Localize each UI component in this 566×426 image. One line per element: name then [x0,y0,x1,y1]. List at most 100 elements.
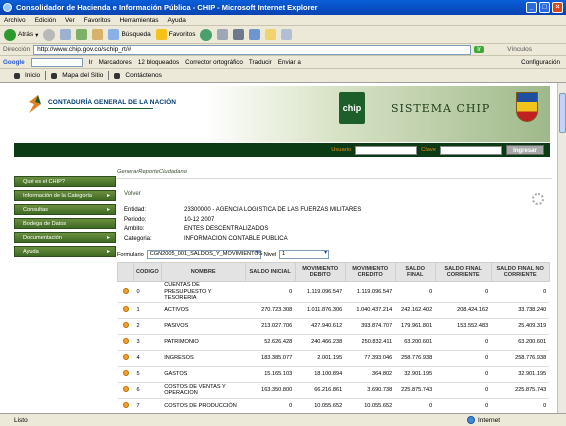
info-value: ENTES DESCENTRALIZADOS [184,226,269,232]
expand-bullet-icon[interactable] [122,337,129,344]
address-input[interactable]: http://www.chip.gov.co/schip_rt/# [33,44,472,55]
maximize-button[interactable]: □ [539,2,550,13]
messenger-icon[interactable] [281,29,293,40]
scrollbar-thumb[interactable] [559,93,566,133]
code-cell: 6 [133,382,162,399]
table-row[interactable]: 0 CUENTAS DE PRESUPUESTO Y TESORERIA 0 1.11… [117,281,550,303]
link-inicio[interactable]: Inicio [25,72,40,79]
expand-bullet-icon[interactable] [122,287,129,294]
value-cell: 0 [435,398,492,413]
history-icon[interactable] [200,28,213,41]
expand-bullet-icon[interactable] [122,369,129,376]
expand-cell[interactable] [117,318,134,335]
value-cell: 77.393.046 [345,350,396,367]
value-cell: 3.690.738 [345,382,396,399]
sidebar-item-informacion[interactable]: Información de la Categoría [14,190,116,202]
translate-button[interactable]: Traducir [249,59,272,66]
expand-cell[interactable] [117,281,134,303]
mail-icon[interactable] [217,29,229,40]
sidebar-item-que-es-chip[interactable]: Qué es el CHIP? [14,176,116,187]
table-row[interactable]: 6 COSTOS DE VENTAS Y OPERACION 163.350.800… [117,382,550,399]
expand-bullet-icon[interactable] [122,401,129,408]
search-button[interactable]: Búsqueda [108,29,151,40]
expand-cell[interactable] [117,382,134,399]
name-cell: INGRESOS [161,350,246,367]
value-cell: 18.100.894 [295,366,346,383]
expand-cell[interactable] [117,366,134,383]
col-header: SALDO FINAL NO CORRIENTE [490,262,550,282]
expand-cell[interactable] [117,398,134,413]
table-row[interactable]: 3 PATRIMONIO 52.626.428 240.466.238 250.832.… [117,334,550,351]
print-icon[interactable] [233,29,245,40]
go-button[interactable]: Ir [474,46,485,53]
table-row[interactable]: 2 PASIVOS 213.027.706 427.940.612 393.874.70… [117,318,550,335]
login-button[interactable]: Ingresar [506,145,544,155]
breadcrumb: GenerarReporteCiudadano [117,169,552,179]
menu-ayuda[interactable]: Ayuda [168,15,186,25]
expand-cell[interactable] [117,334,134,351]
menu-ver[interactable]: Ver [65,15,75,25]
table-row[interactable]: 4 INGRESOS 183.385.077 2.001.195 77.393.046 2… [117,350,550,367]
value-cell: 225.875.743 [491,382,550,399]
sidebar-item-documentacion[interactable]: Documentación [14,232,116,244]
sidebar-item-consultas[interactable]: Consultas [14,204,116,216]
table-row[interactable]: 1 ACTIVOS 270.723.308 1.011.876.306 1.040.43… [117,302,550,319]
loading-spinner-icon [532,193,544,205]
code-cell: 2 [133,318,162,335]
stop-icon[interactable] [60,29,72,40]
form-select[interactable]: CGN2005_001_SALDOS_Y_MOVIMIENTOS [146,250,263,259]
google-search-input[interactable] [30,57,83,67]
name-cell: CUENTAS DE PRESUPUESTO Y TESORERIA [161,281,246,303]
value-cell: 183.385.077 [245,350,296,367]
send-button[interactable]: Enviar a [278,59,301,66]
back-button[interactable]: Atrás ▾ [4,28,38,41]
name-cell: ACTIVOS [161,302,246,319]
link-contactenos[interactable]: Contáctenos [125,72,162,79]
password-input[interactable] [440,145,502,155]
expand-cell[interactable] [117,350,134,367]
google-go-button[interactable]: Ir [89,59,93,66]
value-cell: 1.119.096.547 [295,281,346,303]
expand-cell[interactable] [117,302,134,319]
page-content: CONTADURÍA GENERAL DE LA NACIÓN chip SIS… [8,83,558,413]
close-button[interactable]: × [552,2,563,13]
expand-bullet-icon[interactable] [122,353,129,360]
popup-blocked-button[interactable]: 12 bloqueados [138,59,179,66]
menu-favoritos[interactable]: Favoritos [84,15,111,25]
menu-archivo[interactable]: Archivo [4,15,26,25]
settings-button[interactable]: Configuración [521,59,560,66]
level-select[interactable]: 1 [279,250,330,259]
sidebar-item-ayuda[interactable]: Ayuda [14,246,116,258]
sidebar-item-bodega[interactable]: Bodega de Datos [14,218,116,229]
code-cell: 7 [133,398,162,413]
home-icon[interactable] [92,29,104,40]
forward-button[interactable] [43,28,56,41]
expand-bullet-icon[interactable] [122,385,129,392]
value-cell: 270.723.308 [245,302,296,319]
spellcheck-button[interactable]: Corrector ortográfico [185,59,243,66]
minimize-button[interactable]: _ [526,2,537,13]
vertical-scrollbar[interactable] [557,83,566,413]
expand-bullet-icon[interactable] [122,305,129,312]
links-label[interactable]: Vínculos [507,46,532,53]
table-row[interactable]: 5 GASTOS 15.165.103 18.100.894 364.802 32.901… [117,366,550,383]
menu-edicion[interactable]: Edición [35,15,56,25]
table-row[interactable]: 7 COSTOS DE PRODUCCIÓN 0 10.055.652 10.055.6… [117,398,550,413]
col-header: NOMBRE [160,262,246,282]
user-input[interactable] [355,145,418,155]
value-cell: 0 [491,281,550,303]
folder-icon[interactable] [265,29,277,40]
bookmarks-button[interactable]: Marcadores [99,59,132,66]
favorites-button[interactable]: Favoritos [155,29,195,40]
refresh-icon[interactable] [76,29,88,40]
edit-icon[interactable] [249,29,261,40]
cgn-logo[interactable]: CONTADURÍA GENERAL DE LA NACIÓN [26,93,176,115]
expand-bullet-icon[interactable] [122,321,129,328]
code-cell: 3 [133,334,162,351]
name-cell: PATRIMONIO [161,334,246,351]
menu-herramientas[interactable]: Herramientas [120,15,159,25]
link-mapa[interactable]: Mapa del Sitio [62,72,103,79]
back-link[interactable]: Volver [124,191,552,197]
site-header: CONTADURÍA GENERAL DE LA NACIÓN chip SIS… [14,83,550,143]
level-label: Nivel [263,251,277,258]
